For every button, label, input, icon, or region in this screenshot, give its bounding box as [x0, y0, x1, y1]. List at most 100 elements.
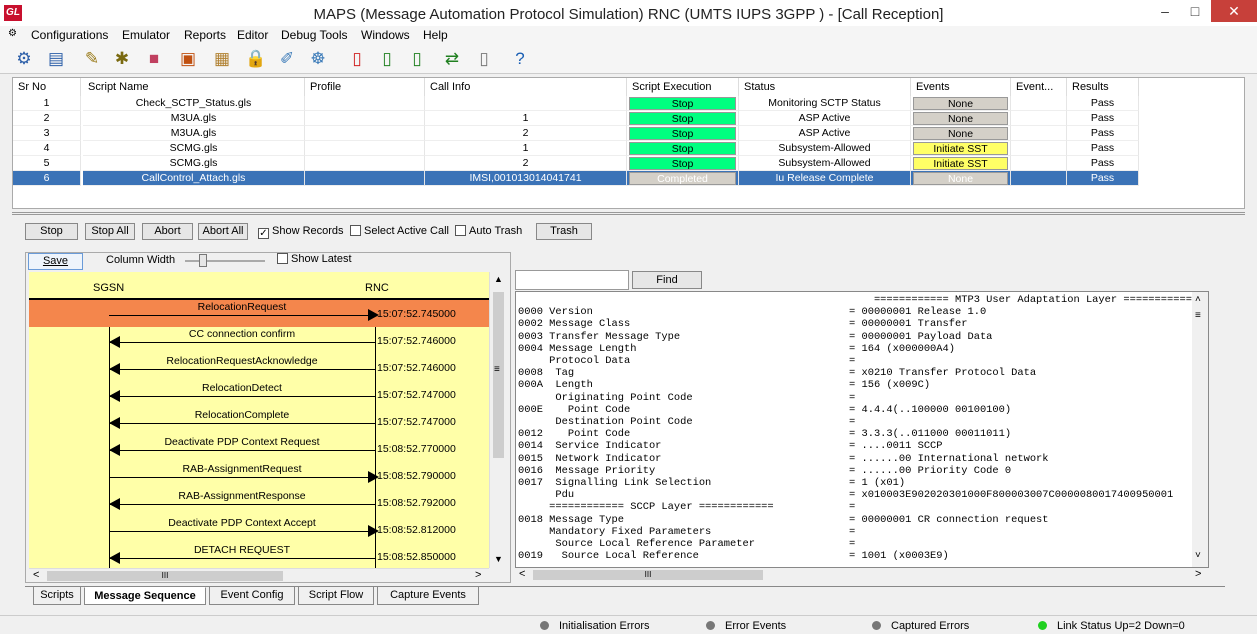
- sequence-message[interactable]: DETACH REQUEST 15:08:52.850000: [109, 544, 456, 568]
- scroll-up-icon[interactable]: ▲: [494, 274, 503, 284]
- profile-icon[interactable]: ✱: [110, 47, 134, 71]
- col-header-profile[interactable]: Profile: [305, 78, 425, 96]
- script-play-icon[interactable]: ▯: [405, 47, 429, 71]
- stop-all-button[interactable]: Stop All: [85, 223, 135, 240]
- captured-errors-indicator[interactable]: Captured Errors: [872, 618, 969, 634]
- sequence-message[interactable]: RelocationRequestAcknowledge 15:07:52.746…: [109, 355, 456, 379]
- convert-icon[interactable]: ⇄: [440, 47, 464, 71]
- column-width-slider[interactable]: [185, 260, 265, 262]
- tab-script-flow[interactable]: Script Flow: [298, 587, 374, 605]
- menu-emulator[interactable]: Emulator: [117, 26, 175, 44]
- hscroll-thumb[interactable]: III: [47, 571, 283, 581]
- minimize-button[interactable]: –: [1150, 0, 1180, 22]
- maximize-button[interactable]: □: [1180, 0, 1210, 22]
- scroll-left-icon[interactable]: <: [519, 568, 525, 580]
- script-edit-icon[interactable]: ✎: [80, 47, 104, 71]
- configuration-gear-icon[interactable]: ⚙: [12, 47, 36, 71]
- scroll-up-icon[interactable]: ˄: [1195, 294, 1201, 305]
- tab-scripts[interactable]: Scripts: [33, 587, 81, 605]
- cell-events[interactable]: Initiate SST: [911, 156, 1011, 171]
- cell-events[interactable]: None: [911, 96, 1011, 111]
- cell-events[interactable]: None: [911, 126, 1011, 141]
- show-latest-checkbox[interactable]: Show Latest: [277, 253, 352, 267]
- cell-exec[interactable]: Stop: [627, 96, 739, 111]
- cell-events[interactable]: None: [911, 111, 1011, 126]
- tab-capture-events[interactable]: Capture Events: [377, 587, 479, 605]
- cell-events[interactable]: None: [911, 171, 1011, 186]
- cell-exec[interactable]: Stop: [627, 141, 739, 156]
- sequence-message[interactable]: RAB-AssignmentResponse 15:08:52.792000: [109, 490, 456, 514]
- show-records-checkbox[interactable]: ✓ Show Records: [258, 225, 344, 239]
- script-green-icon[interactable]: ▯: [375, 47, 399, 71]
- tab-event-config[interactable]: Event Config: [209, 587, 295, 605]
- menu-configurations[interactable]: Configurations: [26, 26, 113, 44]
- col-header-sr[interactable]: Sr No: [13, 78, 81, 96]
- col-header-script-name[interactable]: Script Name: [83, 78, 305, 96]
- table-row[interactable]: 3 M3UA.gls 2 Stop ASP Active None Pass: [13, 126, 1139, 141]
- initialisation-errors-indicator[interactable]: Initialisation Errors: [540, 618, 649, 634]
- close-button[interactable]: ✕: [1211, 0, 1257, 22]
- decode-vertical-scrollbar[interactable]: ˄ ≡ ˅: [1192, 292, 1208, 567]
- sequence-message[interactable]: RAB-AssignmentRequest 15:08:52.790000: [109, 463, 456, 487]
- sequence-message[interactable]: CC connection confirm 15:07:52.746000: [109, 328, 456, 352]
- select-active-call-checkbox[interactable]: Select Active Call: [350, 225, 449, 239]
- tab-message-sequence[interactable]: Message Sequence: [84, 587, 206, 605]
- mdi-child-icon[interactable]: ⚙: [8, 28, 20, 41]
- col-header-results[interactable]: Results: [1067, 78, 1139, 96]
- scroll-down-icon[interactable]: ▼: [494, 554, 503, 564]
- cell-exec[interactable]: Stop: [627, 126, 739, 141]
- trash-button[interactable]: Trash: [536, 223, 592, 240]
- find-button[interactable]: Find: [632, 271, 702, 289]
- help-icon[interactable]: ?: [508, 47, 532, 71]
- lock-icon[interactable]: 🔒: [244, 47, 268, 71]
- menu-windows[interactable]: Windows: [356, 26, 415, 44]
- pane-splitter[interactable]: [12, 212, 1245, 215]
- sequence-message[interactable]: RelocationComplete 15:07:52.747000: [109, 409, 456, 433]
- cell-exec[interactable]: Completed: [627, 171, 739, 186]
- script-red-icon[interactable]: ▯: [345, 47, 369, 71]
- table-row[interactable]: 1 Check_SCTP_Status.gls Stop Monitoring SCT…: [13, 96, 1139, 111]
- decode-horizontal-scrollbar[interactable]: < III >: [515, 568, 1209, 582]
- tools-icon[interactable]: ✐: [275, 47, 299, 71]
- scroll-right-icon[interactable]: >: [475, 569, 481, 581]
- sequence-horizontal-scrollbar[interactable]: < III >: [29, 568, 489, 582]
- report-icon[interactable]: ▣: [176, 47, 200, 71]
- menu-editor[interactable]: Editor: [232, 26, 273, 44]
- sequence-vertical-scrollbar[interactable]: ▲ ≡ ▼: [489, 272, 506, 568]
- debug-icon[interactable]: ☸: [306, 47, 330, 71]
- scroll-down-icon[interactable]: ˅: [1195, 550, 1201, 561]
- table-row[interactable]: 2 M3UA.gls 1 Stop ASP Active None Pass: [13, 111, 1139, 126]
- save-button[interactable]: Save: [28, 253, 83, 270]
- scroll-left-icon[interactable]: <: [33, 569, 39, 581]
- cell-exec[interactable]: Stop: [627, 111, 739, 126]
- col-header-call-info[interactable]: Call Info: [425, 78, 627, 96]
- stop-button[interactable]: Stop: [25, 223, 78, 240]
- auto-trash-checkbox[interactable]: Auto Trash: [455, 225, 522, 239]
- col-header-script-execution[interactable]: Script Execution: [627, 78, 739, 96]
- cell-exec[interactable]: Stop: [627, 156, 739, 171]
- abort-all-button[interactable]: Abort All: [198, 223, 248, 240]
- col-header-status[interactable]: Status: [739, 78, 911, 96]
- column-width-slider-thumb[interactable]: [199, 254, 207, 267]
- sequence-message[interactable]: Deactivate PDP Context Request 15:08:52.7…: [109, 436, 456, 460]
- sequence-message[interactable]: RelocationRequest 15:07:52.745000: [109, 301, 456, 325]
- abort-button[interactable]: Abort: [142, 223, 193, 240]
- table-row[interactable]: 5 SCMG.gls 2 Stop Subsystem-Allowed Initiate …: [13, 156, 1139, 171]
- col-header-events[interactable]: Events: [911, 78, 1011, 96]
- cell-events[interactable]: Initiate SST: [911, 141, 1011, 156]
- table-row[interactable]: 4 SCMG.gls 1 Stop Subsystem-Allowed Initiate …: [13, 141, 1139, 156]
- hscroll-thumb[interactable]: III: [533, 570, 763, 580]
- database-icon[interactable]: ▦: [210, 47, 234, 71]
- blocks-icon[interactable]: ■: [142, 47, 166, 71]
- menu-help[interactable]: Help: [418, 26, 453, 44]
- scroll-right-icon[interactable]: >: [1195, 568, 1201, 580]
- scroll-thumb[interactable]: [493, 292, 504, 458]
- menu-reports[interactable]: Reports: [179, 26, 231, 44]
- document-icon[interactable]: ▯: [472, 47, 496, 71]
- error-events-indicator[interactable]: Error Events: [706, 618, 786, 634]
- menu-debug-tools[interactable]: Debug Tools: [276, 26, 353, 44]
- sequence-message[interactable]: RelocationDetect 15:07:52.747000: [109, 382, 456, 406]
- find-input[interactable]: [515, 270, 629, 290]
- sequence-message[interactable]: Deactivate PDP Context Accept 15:08:52.81…: [109, 517, 456, 541]
- col-header-event-2[interactable]: Event...: [1011, 78, 1067, 96]
